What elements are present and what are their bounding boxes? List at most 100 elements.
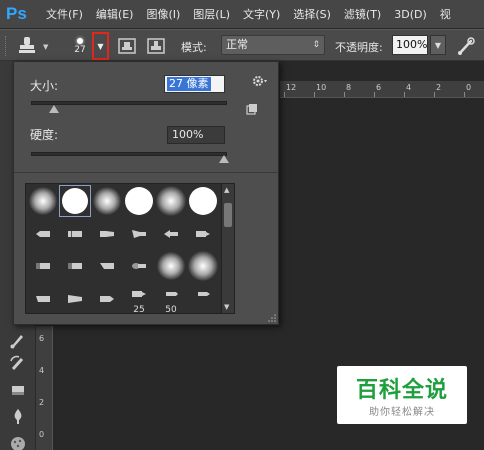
brush-preset-grid: 25 50 [25, 183, 222, 314]
sponge-tool-icon[interactable] [9, 433, 27, 450]
mode-label: 模式: [181, 41, 207, 54]
ruler-label: 0 [39, 430, 45, 439]
chevron-down-icon: ▼ [97, 41, 104, 51]
brush-preset-soft-round[interactable] [155, 185, 187, 217]
blur-tool-icon[interactable] [9, 407, 27, 425]
ruler-tick [344, 92, 345, 97]
ruler-tick [314, 92, 315, 97]
hardness-slider[interactable] [31, 152, 227, 156]
brush-preset-tip[interactable] [59, 250, 91, 282]
round-fan-tip-icon [164, 230, 178, 238]
size-slider-thumb[interactable] [49, 105, 59, 113]
tool-preset-arrow-icon[interactable]: ▼ [43, 43, 48, 51]
brush-preset-tip[interactable] [91, 250, 123, 282]
gear-icon[interactable] [252, 73, 268, 89]
brush-preset-soft-round[interactable] [91, 185, 123, 217]
brush-preset-tip[interactable] [27, 250, 59, 282]
soft-brush-tip-icon [93, 187, 121, 215]
brush-preset-hard-round[interactable] [123, 185, 155, 217]
mode-select[interactable]: 正常 ⇕ [221, 35, 325, 55]
brush-size-number: 27 [74, 44, 86, 55]
fan-tip-icon [132, 230, 146, 238]
ruler-label: 2 [436, 83, 442, 92]
brush-preset-picker: 大小: 27 像素 硬度: 100% 25 50 ▲ ▼ [13, 61, 279, 325]
ruler-tick [434, 92, 435, 97]
size-input-value: 27 像素 [167, 77, 211, 91]
brush-preset-tip[interactable] [123, 218, 155, 250]
menu-type[interactable]: 文字(Y) [243, 6, 280, 22]
brush-preset-size: 50 [165, 305, 177, 314]
brush-preset-tip[interactable] [27, 283, 59, 313]
brush-preset-size: 25 [133, 305, 145, 314]
clone-source-panel-icon[interactable] [117, 36, 137, 56]
menu-layer[interactable]: 图层(L) [193, 6, 230, 22]
menu-filter[interactable]: 滤镜(T) [344, 6, 381, 22]
options-bar: ▼ 27 ▼ 模式: 正常 ⇕ 不透明度: 100% ▼ [0, 29, 484, 61]
stamp-tool-icon[interactable] [16, 35, 38, 57]
hardness-slider-thumb[interactable] [219, 155, 229, 163]
bristle-tip-icon [100, 231, 114, 237]
panel-divider [14, 172, 278, 173]
ruler-horizontal: 12 10 8 6 4 2 0 [280, 81, 484, 98]
brush-preset-soft-round[interactable] [187, 250, 219, 282]
flat-tip-icon [68, 263, 82, 269]
opacity-input[interactable]: 100% [392, 35, 428, 55]
stamp-panel-icon[interactable] [146, 36, 166, 56]
ruler-label: 8 [346, 83, 352, 92]
brush-picker-button[interactable]: ▼ [92, 32, 109, 60]
watermark-subtitle: 助你轻松解决 [369, 407, 435, 418]
history-brush-tool-icon[interactable] [9, 355, 27, 373]
ruler-label: 6 [376, 83, 382, 92]
brush-preset-tip[interactable] [59, 218, 91, 250]
scroll-up-icon[interactable]: ▲ [224, 186, 229, 194]
chevron-updown-icon: ⇕ [312, 40, 320, 50]
brush-preset-tip-50[interactable]: 50 [155, 283, 187, 314]
brush-preset-tip[interactable] [91, 218, 123, 250]
eraser-tool-icon[interactable] [9, 381, 27, 399]
size-input[interactable]: 27 像素 [164, 75, 225, 93]
watermark-title: 百科全说 [355, 378, 448, 403]
menu-select[interactable]: 选择(S) [293, 6, 331, 22]
brush-preset-tip[interactable] [155, 218, 187, 250]
airbrush-icon[interactable] [456, 36, 476, 56]
brush-preview[interactable]: 27 [68, 34, 92, 58]
brush-preset-tip[interactable] [187, 283, 219, 313]
soft-brush-tip-icon [156, 186, 186, 216]
pen-tip-icon [198, 292, 210, 296]
brush-preset-tip[interactable] [187, 218, 219, 250]
hardness-label: 硬度: [30, 128, 59, 142]
brush-preset-tip[interactable] [91, 283, 123, 313]
scroll-down-icon[interactable]: ▼ [224, 303, 229, 311]
options-bar-grip[interactable] [5, 36, 7, 56]
preset-scrollbar[interactable]: ▲ ▼ [222, 183, 235, 314]
soft-brush-tip-icon [188, 251, 218, 281]
menu-file[interactable]: 文件(F) [46, 6, 83, 22]
brush-preset-soft-round[interactable] [27, 185, 59, 217]
brush-tip-icon [77, 37, 83, 44]
menu-3d[interactable]: 3D(D) [394, 8, 427, 21]
opacity-dropdown-button[interactable]: ▼ [430, 35, 446, 55]
menu-edit[interactable]: 编辑(E) [96, 6, 134, 22]
brush-preset-hard-round[interactable] [187, 185, 219, 217]
brush-preset-tip[interactable] [27, 218, 59, 250]
ruler-tick [464, 92, 465, 97]
brush-preset-tip[interactable] [59, 283, 91, 313]
new-preset-icon[interactable] [246, 103, 258, 115]
menu-bar: Ps 文件(F) 编辑(E) 图像(I) 图层(L) 文字(Y) 选择(S) 滤… [0, 0, 484, 28]
chevron-down-icon: ▼ [434, 40, 442, 50]
menu-image[interactable]: 图像(I) [146, 6, 180, 22]
brush-preset-hard-round-selected[interactable] [59, 185, 91, 217]
opacity-label: 不透明度: [335, 41, 383, 54]
hardness-input[interactable]: 100% [167, 126, 225, 144]
brush-preset-soft-round[interactable] [155, 250, 187, 282]
resize-grip-icon[interactable] [268, 314, 276, 322]
brush-tool-icon[interactable] [9, 331, 27, 349]
size-label: 大小: [30, 79, 59, 93]
soft-brush-tip-icon [157, 252, 185, 280]
hard-brush-tip-icon [189, 187, 217, 215]
brush-preset-tip-25[interactable]: 25 [123, 283, 155, 314]
brush-preset-tip[interactable] [123, 250, 155, 282]
menu-view[interactable]: 视 [440, 6, 451, 22]
size-slider[interactable] [31, 101, 227, 105]
scrollbar-thumb[interactable] [224, 203, 232, 227]
